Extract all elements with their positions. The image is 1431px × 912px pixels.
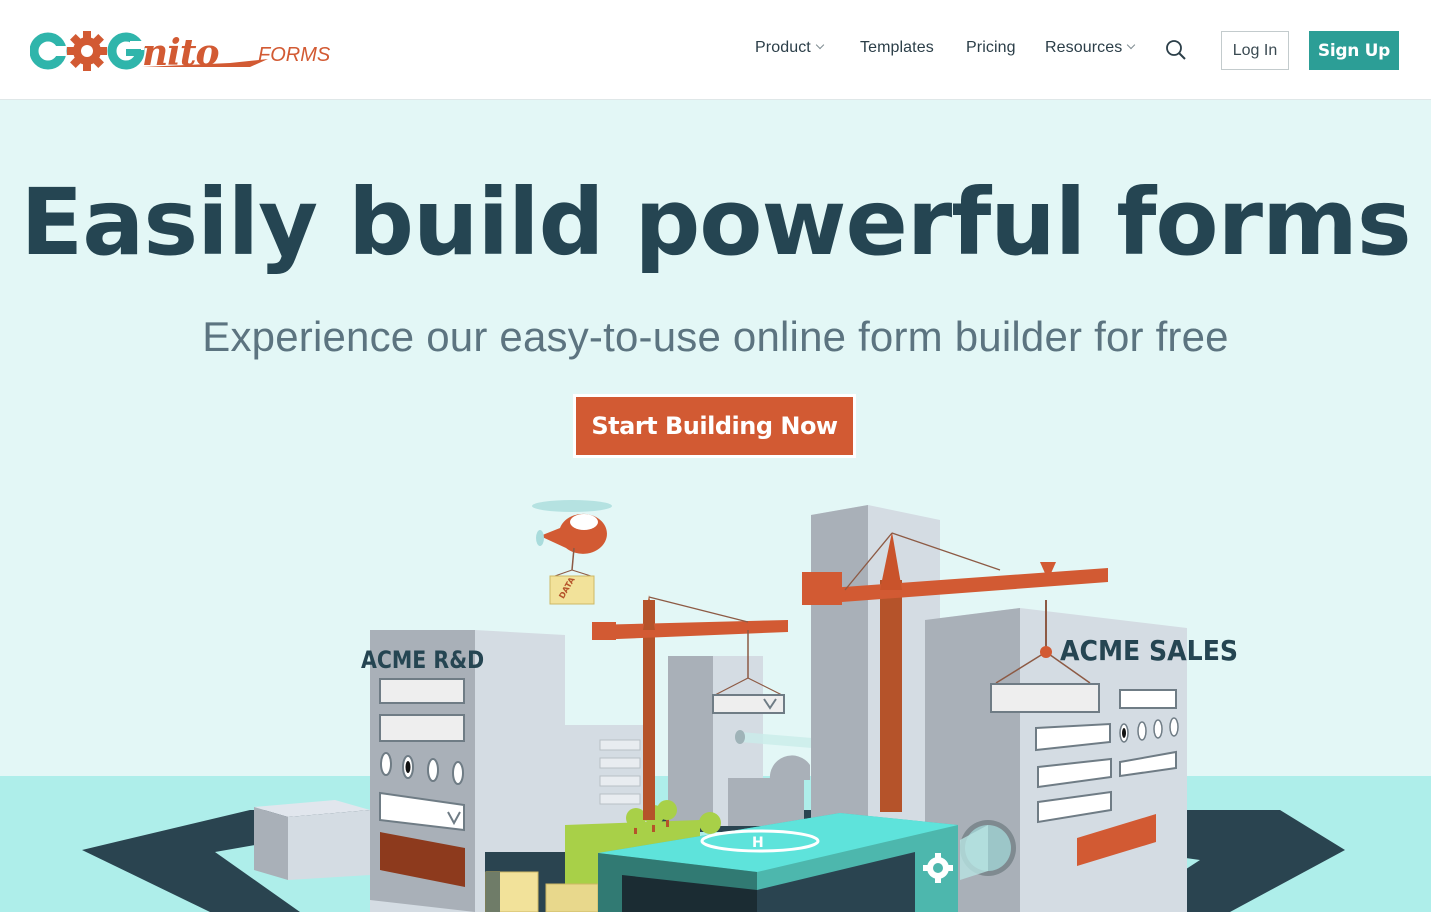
nav-resources-label: Resources xyxy=(1045,39,1123,56)
acme-sales-label: ACME SALES xyxy=(1060,634,1238,667)
nav-templates-label: Templates xyxy=(860,39,934,56)
acme-rd-label: ACME R&D xyxy=(361,645,484,674)
hero-illustration: ACME R&D ACME SALES DATA H xyxy=(0,480,1431,912)
site-header: nito FORMS Product Templates Pricing Res… xyxy=(0,0,1431,100)
helicopter-icon: DATA xyxy=(532,500,612,605)
nav-resources[interactable]: Resources xyxy=(1045,39,1136,57)
logo-nito-text: nito xyxy=(142,32,219,74)
small-block-building xyxy=(254,800,370,880)
hero-title: Easily build powerful forms xyxy=(20,169,1411,276)
logo-c-letter xyxy=(29,32,67,70)
chevron-down-icon xyxy=(815,40,825,50)
search-icon[interactable] xyxy=(1164,38,1188,62)
nav-templates[interactable]: Templates xyxy=(860,39,934,57)
login-button[interactable]: Log In xyxy=(1221,31,1289,70)
logo-forms-text: FORMS xyxy=(258,44,331,66)
acme-rd-building: ACME R&D xyxy=(361,630,565,912)
nav-pricing[interactable]: Pricing xyxy=(966,39,1016,57)
middle-building xyxy=(565,656,812,826)
logo-g-letter xyxy=(107,32,145,70)
nav-pricing-label: Pricing xyxy=(966,39,1016,56)
gear-icon xyxy=(67,31,107,71)
start-building-button[interactable]: Start Building Now xyxy=(573,394,856,458)
hero-subtitle: Experience our easy-to-use online form b… xyxy=(202,313,1229,360)
cognito-forms-logo[interactable]: nito FORMS xyxy=(29,27,340,75)
nav-product-label: Product xyxy=(755,39,811,56)
helipad-label: H xyxy=(752,835,764,851)
chevron-down-icon xyxy=(1127,40,1136,50)
nav-product[interactable]: Product xyxy=(755,39,825,57)
start-building-label: Start Building Now xyxy=(576,397,853,455)
signup-button[interactable]: Sign Up xyxy=(1309,31,1399,70)
